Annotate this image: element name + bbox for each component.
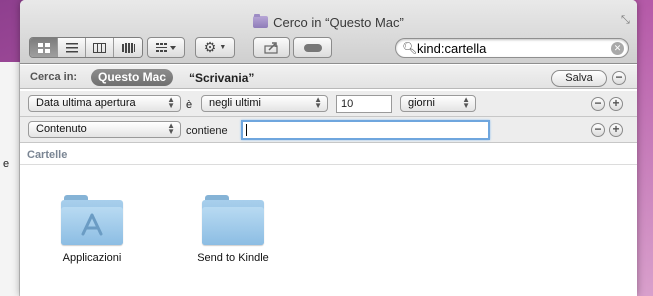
scope-label: Cerca in: — [30, 71, 78, 83]
updown-arrows-icon: ▲ ▼ — [462, 95, 470, 110]
share-button[interactable] — [253, 37, 290, 58]
search-rule-row: Data ultima apertura ▲ ▼ è negli ultimi ▲… — [20, 91, 637, 117]
search-rule-row: Contenuto ▲ ▼ contiene − + — [20, 117, 637, 143]
result-item-applicazioni[interactable]: Applicazioni — [37, 195, 147, 264]
search-scope-bar: Cerca in: Questo Mac “Scrivania” Salva − — [20, 65, 637, 89]
finder-search-window: Cerco in “Questo Mac” ⤡ ⚙ ▼ 🔍︎ kind:cart… — [20, 0, 637, 296]
updown-arrows-icon: ▲ ▼ — [167, 95, 175, 110]
item-label: Send to Kindle — [197, 252, 269, 264]
smart-folder-icon — [253, 14, 269, 28]
item-label: Applicazioni — [62, 252, 122, 264]
result-item-send-to-kindle[interactable]: Send to Kindle — [178, 195, 288, 264]
remove-scope-button[interactable]: − — [612, 71, 626, 85]
rule-attribute-popup[interactable]: Data ultima apertura ▲ ▼ — [28, 95, 181, 112]
window-title-text: Cerco in “Questo Mac” — [273, 15, 404, 30]
arrange-button[interactable] — [147, 37, 185, 58]
coverflow-view-button[interactable] — [114, 38, 142, 57]
gear-icon: ⚙ — [203, 39, 217, 55]
rule-attribute-popup[interactable]: Contenuto ▲ ▼ — [28, 121, 181, 138]
rule-operator-value: negli ultimi — [209, 97, 261, 109]
rule-operator-prefix: è — [186, 99, 193, 111]
toggle-toolbar-button[interactable] — [293, 37, 332, 58]
list-icon — [65, 42, 78, 52]
action-button[interactable]: ⚙ ▼ — [195, 37, 235, 58]
list-view-button[interactable] — [58, 38, 86, 57]
save-search-button[interactable]: Salva — [551, 70, 607, 87]
column-view-button[interactable] — [86, 38, 114, 57]
rule-value-field[interactable]: 10 — [336, 95, 392, 113]
rule-operator-prefix: contiene — [186, 125, 228, 137]
coverflow-icon — [121, 42, 135, 53]
chevron-down-icon: ▼ — [219, 44, 227, 51]
rule-attribute-value: Contenuto — [36, 123, 87, 135]
rule-attribute-value: Data ultima apertura — [36, 97, 136, 109]
remove-rule-button[interactable]: − — [591, 123, 605, 137]
background-window-sidebar: e — [0, 62, 20, 296]
toggle-icon — [303, 43, 322, 52]
scope-desktop-button[interactable]: “Scrivania” — [189, 71, 254, 85]
folder-icon — [202, 195, 264, 245]
add-rule-button[interactable]: + — [609, 97, 623, 111]
columns-icon — [93, 42, 106, 53]
icon-view-button[interactable] — [30, 38, 58, 57]
arrange-icon — [156, 42, 176, 52]
clear-search-icon[interactable]: ✕ — [611, 42, 624, 55]
updown-arrows-icon: ▲ ▼ — [314, 95, 322, 110]
applications-folder-icon — [61, 195, 123, 245]
title-bar: Cerco in “Questo Mac” ⤡ ⚙ ▼ 🔍︎ kind:cart… — [20, 0, 637, 64]
content-text-field[interactable] — [241, 120, 490, 140]
search-input[interactable]: kind:cartella — [417, 41, 486, 56]
remove-rule-button[interactable]: − — [591, 97, 605, 111]
grid-icon — [37, 42, 50, 53]
scope-this-mac-button[interactable]: Questo Mac — [91, 69, 174, 86]
updown-arrows-icon: ▲ ▼ — [167, 121, 175, 136]
background-window-text: e — [3, 158, 10, 170]
share-icon — [263, 41, 278, 54]
fullscreen-icon[interactable]: ⤡ — [621, 14, 633, 26]
window-title: Cerco in “Questo Mac” — [20, 14, 637, 30]
rule-unit-popup[interactable]: giorni ▲ ▼ — [400, 95, 476, 112]
results-section-header: Cartelle — [20, 144, 637, 165]
search-icon: 🔍︎ — [402, 41, 418, 55]
view-switcher — [29, 37, 143, 58]
text-caret — [246, 124, 247, 136]
search-field[interactable]: 🔍︎ kind:cartella ✕ — [395, 38, 629, 58]
rule-unit-value: giorni — [408, 97, 435, 109]
add-rule-button[interactable]: + — [609, 123, 623, 137]
rule-operator-popup[interactable]: negli ultimi ▲ ▼ — [201, 95, 328, 112]
